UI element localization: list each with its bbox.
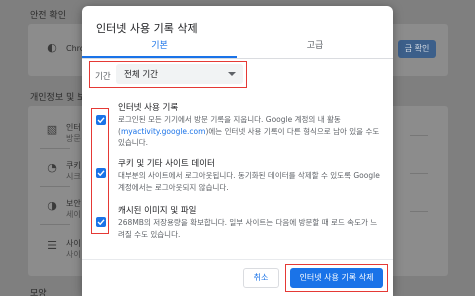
checkmark-icon	[97, 117, 105, 124]
dialog-title: 인터넷 사용 기록 삭제	[96, 22, 198, 35]
clear-browsing-data-dialog: 인터넷 사용 기록 삭제 기본 고급 기간 전체 기간 인터넷 사용 기록 로그…	[82, 6, 393, 296]
cookies-title: 쿠키 및 기타 사이트 데이터	[118, 159, 215, 169]
bg-row-title: 인터	[66, 123, 81, 132]
checkmark-icon	[97, 219, 105, 226]
section-title-appearance: 모양	[30, 289, 47, 296]
shield-icon: ◑	[47, 199, 57, 212]
time-range-select[interactable]: 전체 기간	[116, 64, 243, 84]
bg-row-title: 사이	[66, 239, 81, 248]
bg-row-title: 쿠키	[66, 161, 81, 170]
cache-description: 268MB의 저장용량을 확보합니다. 일부 사이트는 다음에 방문할 때 로드…	[118, 218, 378, 239]
trash-icon: ▧	[46, 123, 58, 136]
cookie-icon: ◔	[47, 161, 57, 174]
bg-row-1[interactable]: 쿠키 시크	[66, 160, 81, 182]
cookies-description: 대부분의 사이트에서 로그아웃됩니다. 동기화된 데이터를 삭제할 수 있도록 …	[118, 171, 380, 192]
myactivity-link[interactable]: myactivity.google.com	[121, 127, 206, 136]
cookies-checkbox[interactable]	[96, 168, 106, 178]
dropdown-arrow-icon	[228, 72, 236, 76]
footer-divider	[82, 259, 393, 260]
bg-row-0[interactable]: 인터 방문	[66, 122, 81, 144]
time-range-value: 전체 기간	[124, 70, 158, 80]
checkmark-icon	[97, 170, 105, 177]
clear-data-button[interactable]: 인터넷 사용 기록 삭제	[290, 268, 383, 288]
divider	[40, 148, 70, 149]
divider	[410, 173, 428, 174]
divider	[410, 211, 428, 212]
bg-row-sub: 방문	[66, 134, 81, 143]
history-description: 로그인된 모든 기기에서 방문 기록을 지웁니다. Google 계정의 내 활…	[118, 115, 380, 147]
divider	[40, 186, 70, 187]
bg-row-3[interactable]: 사이 사이	[66, 238, 81, 260]
bg-row-2[interactable]: 보안 세이	[66, 198, 81, 220]
bg-row-sub: 시크	[66, 172, 81, 181]
bg-row-title: 보안	[66, 199, 81, 208]
history-title: 인터넷 사용 기록	[118, 103, 179, 113]
section-title-privacy: 개인정보 및 보	[30, 93, 86, 103]
divider	[40, 224, 70, 225]
bg-row-sub: 세이	[66, 210, 81, 219]
history-desc-text: 로그인된 모든 기기에서 방문 기록을 지웁니다. Google 계정의 내 활…	[118, 115, 341, 124]
tab-divider	[82, 58, 393, 59]
cache-title: 캐시된 이미지 및 파일	[118, 206, 197, 216]
cache-checkbox[interactable]	[96, 217, 106, 227]
shield-icon: ◐	[47, 41, 57, 54]
time-range-label: 기간	[95, 72, 111, 82]
divider	[410, 135, 428, 136]
bg-row-sub: 사이	[66, 250, 81, 259]
cancel-button[interactable]: 취소	[243, 268, 279, 288]
section-title-security: 안전 확인	[30, 11, 66, 21]
tune-icon: ☰	[47, 239, 57, 252]
safety-check-button[interactable]: 금 확인	[398, 40, 436, 58]
history-checkbox[interactable]	[96, 115, 106, 125]
